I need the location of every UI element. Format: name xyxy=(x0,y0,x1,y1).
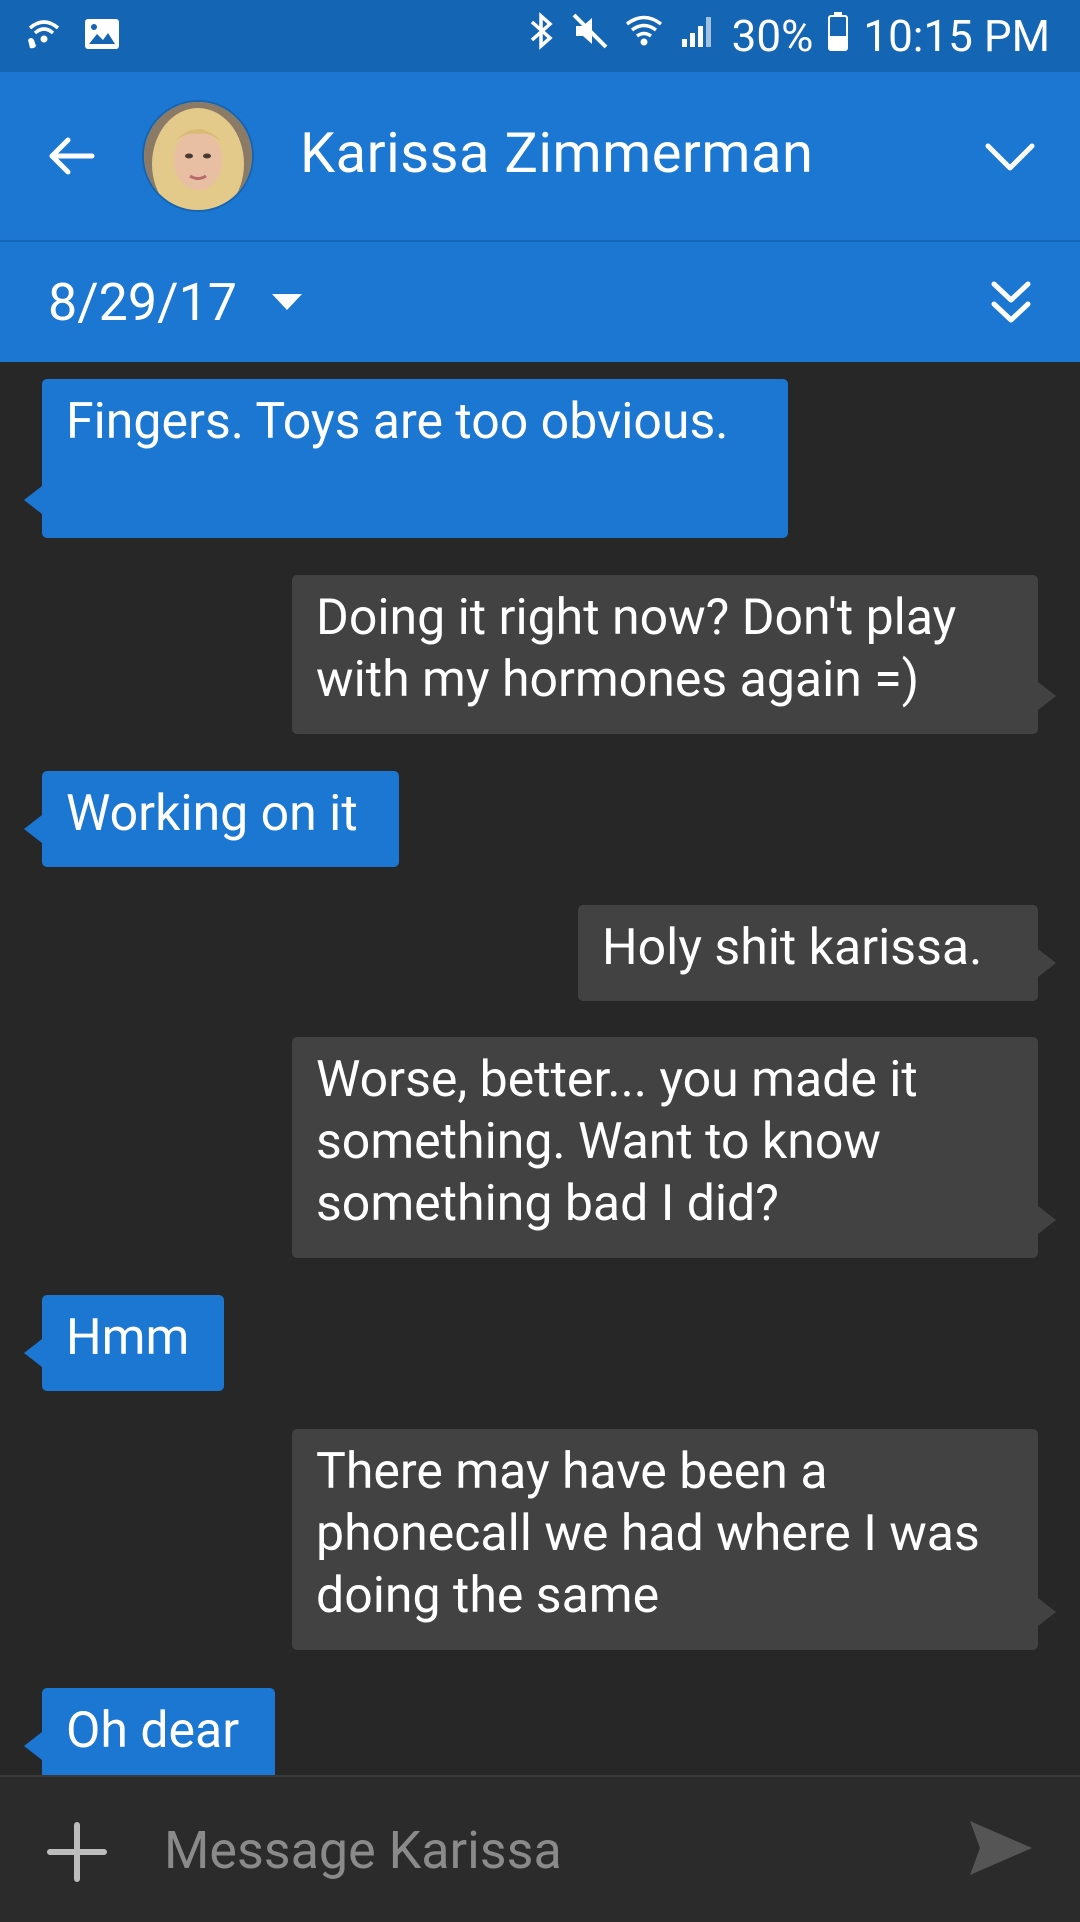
expand-contact-button[interactable] xyxy=(980,130,1040,182)
caret-down-icon xyxy=(272,294,302,310)
plus-icon xyxy=(47,1822,107,1882)
message-bubble-incoming[interactable]: Oh dear xyxy=(24,1688,275,1775)
arrow-left-icon xyxy=(49,137,95,175)
back-button[interactable] xyxy=(42,128,98,184)
message-bubble-outgoing[interactable]: Doing it right now? Don't play with my h… xyxy=(292,575,1056,734)
message-bubble-incoming[interactable]: Working on it xyxy=(24,771,399,867)
send-icon xyxy=(970,1821,1032,1875)
avatar[interactable] xyxy=(144,102,252,210)
conversation-header: Karissa Zimmerman xyxy=(0,72,1080,240)
clock: 10:15 PM xyxy=(863,10,1050,62)
contact-name: Karissa Zimmerman xyxy=(300,120,814,186)
battery-percent: 30% xyxy=(731,10,814,62)
bluetooth-icon xyxy=(528,10,556,63)
message-bubble-outgoing[interactable]: There may have been a phonecall we had w… xyxy=(292,1429,1056,1650)
image-icon xyxy=(82,14,122,58)
mute-icon xyxy=(570,10,610,62)
date-label: 8/29/17 xyxy=(48,272,238,333)
wifi-calling-icon xyxy=(24,14,64,58)
date-picker-button[interactable] xyxy=(272,294,302,316)
chevron-down-icon xyxy=(985,143,1035,171)
signal-icon xyxy=(678,10,718,62)
date-bar: 8/29/17 xyxy=(0,240,1080,362)
message-composer xyxy=(0,1775,1080,1922)
message-bubble-outgoing[interactable]: Holy shit karissa. xyxy=(578,905,1056,1001)
attach-button[interactable] xyxy=(46,1821,108,1883)
contact-photo xyxy=(144,102,252,210)
status-bar: 30% 10:15 PM xyxy=(0,0,1080,72)
message-bubble-incoming[interactable]: Hmm xyxy=(24,1295,224,1391)
jump-to-bottom-button[interactable] xyxy=(986,276,1036,330)
send-button[interactable] xyxy=(966,1817,1036,1879)
message-input[interactable] xyxy=(162,1813,926,1887)
message-thread[interactable]: Fingers. Toys are too obvious. Doing it … xyxy=(0,360,1080,1775)
battery-icon xyxy=(827,10,849,63)
message-bubble-incoming[interactable]: Fingers. Toys are too obvious. xyxy=(24,379,788,538)
double-chevron-down-icon xyxy=(991,281,1031,323)
wifi-icon xyxy=(624,10,664,62)
message-bubble-outgoing[interactable]: Worse, better... you made it something. … xyxy=(292,1037,1056,1258)
